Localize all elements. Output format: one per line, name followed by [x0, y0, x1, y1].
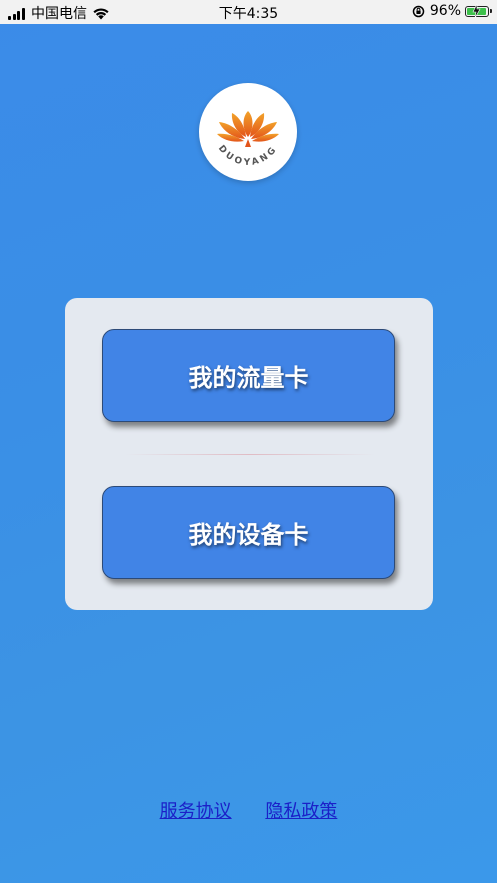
status-bar: 中国电信 下午4:35 96% — [0, 0, 497, 24]
my-traffic-card-button[interactable]: 我的流量卡 — [102, 329, 395, 422]
my-device-card-button[interactable]: 我的设备卡 — [102, 486, 395, 579]
svg-text:DUOYANG: DUOYANG — [216, 144, 280, 168]
duoyang-logo-mark: DUOYANG — [216, 111, 280, 168]
divider — [125, 454, 375, 455]
service-agreement-link[interactable]: 服务协议 — [160, 801, 232, 822]
battery-percent: 96% — [429, 3, 461, 19]
status-right: 96% — [412, 3, 492, 19]
footer-links: 服务协议 隐私政策 — [0, 797, 497, 823]
card-selection-panel: 我的流量卡 我的设备卡 — [65, 298, 433, 610]
rotation-lock-icon — [412, 5, 425, 17]
logo-text: DUOYANG — [216, 144, 277, 168]
privacy-policy-link[interactable]: 隐私政策 — [265, 801, 337, 822]
my-device-card-label: 我的设备卡 — [188, 521, 309, 549]
battery-charging-icon — [465, 3, 492, 18]
duoyang-logo: DUOYANG — [199, 83, 297, 181]
my-traffic-card-label: 我的流量卡 — [188, 364, 309, 392]
